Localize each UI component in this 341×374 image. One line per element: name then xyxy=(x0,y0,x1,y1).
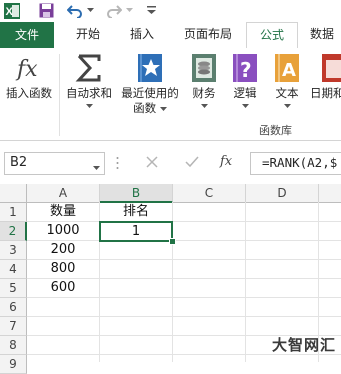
financial-dropdown-icon[interactable] xyxy=(186,101,222,109)
ribbon-tabs: 文件 开始 插入 页面布局 公式 数据 xyxy=(0,22,341,49)
logical-dropdown-icon[interactable] xyxy=(226,101,264,109)
quick-access-toolbar: X xyxy=(0,0,341,22)
column-header-e[interactable] xyxy=(319,184,341,203)
star-book-icon xyxy=(134,52,166,84)
autosum-label: 自动求和 xyxy=(66,86,112,100)
datetime-button[interactable]: 日期和 xyxy=(310,52,341,101)
cancel-entry-icon[interactable] xyxy=(146,156,158,171)
autosum-button[interactable]: 自动求和 xyxy=(62,52,116,109)
save-icon xyxy=(39,3,53,18)
tab-formulas[interactable]: 公式 xyxy=(246,22,298,49)
worksheet-grid[interactable]: A B C D 1 2 3 4 5 6 7 8 9 数量 排名 1000 1 2… xyxy=(0,184,341,374)
financial-label: 财务 xyxy=(192,86,216,100)
ribbon-formulas: fx 插入函数 自动求和 最近使用的 函数 财务 ? 逻辑 A 文本 日期和 函… xyxy=(0,48,341,141)
recently-used-label: 最近使用的 xyxy=(121,86,179,100)
column-header-b[interactable]: B xyxy=(100,184,173,203)
cell-a4[interactable]: 800 xyxy=(27,260,99,278)
svg-text:X: X xyxy=(5,6,13,18)
gridline xyxy=(27,316,341,317)
undo-button[interactable] xyxy=(66,2,84,19)
row-header-7[interactable]: 7 xyxy=(0,317,27,336)
recently-used-dropdown-icon xyxy=(159,107,167,111)
recently-used-button[interactable]: 最近使用的 函数 xyxy=(118,52,182,116)
name-box-dropdown-icon[interactable] xyxy=(93,160,100,174)
insert-function-fx-button[interactable]: fx xyxy=(220,154,232,169)
calendar-icon xyxy=(318,52,341,84)
cell-b2-selected[interactable]: 1 xyxy=(99,221,173,242)
tab-data[interactable]: 数据 xyxy=(300,22,341,48)
cell-a5[interactable]: 600 xyxy=(27,279,99,297)
select-all-corner[interactable] xyxy=(0,184,27,203)
row-header-9[interactable]: 9 xyxy=(0,355,27,374)
gridline xyxy=(27,297,341,298)
ribbon-divider xyxy=(59,54,60,136)
financial-icon xyxy=(188,52,220,84)
undo-dropdown-icon[interactable] xyxy=(85,2,95,19)
row-header-1[interactable]: 1 xyxy=(0,203,27,222)
function-library-group-label: 函数库 xyxy=(259,124,292,137)
cell-a2[interactable]: 1000 xyxy=(27,222,99,240)
cell-a1[interactable]: 数量 xyxy=(27,203,99,221)
tab-file[interactable]: 文件 xyxy=(0,22,54,48)
column-header-d[interactable]: D xyxy=(246,184,319,203)
text-functions-label: 文本 xyxy=(275,86,299,100)
formula-bar: B2 fx =RANK(A2,$ xyxy=(0,150,341,177)
name-box[interactable]: B2 xyxy=(4,152,105,175)
column-header-c[interactable]: C xyxy=(173,184,246,203)
formula-text: =RANK(A2,$ xyxy=(262,155,338,170)
tab-insert[interactable]: 插入 xyxy=(118,22,166,48)
financial-button[interactable]: 财务 xyxy=(186,52,222,109)
save-button[interactable] xyxy=(37,2,55,19)
svg-text:?: ? xyxy=(240,58,252,82)
row-header-2[interactable]: 2 xyxy=(0,222,27,241)
svg-text:A: A xyxy=(282,60,296,81)
cell-b1[interactable]: 排名 xyxy=(100,203,172,221)
name-box-value: B2 xyxy=(10,155,28,170)
tab-home[interactable]: 开始 xyxy=(60,22,116,48)
undo-icon xyxy=(67,4,82,18)
text-functions-icon: A xyxy=(271,52,303,84)
text-functions-dropdown-icon[interactable] xyxy=(268,101,306,109)
tab-page-layout[interactable]: 页面布局 xyxy=(172,22,244,48)
autosum-dropdown-icon[interactable] xyxy=(62,101,116,109)
sigma-icon xyxy=(73,52,105,84)
customize-toolbar-icon[interactable] xyxy=(145,2,157,19)
fx-icon: fx xyxy=(13,52,45,84)
logical-button[interactable]: ? 逻辑 xyxy=(226,52,264,109)
excel-logo-icon: X xyxy=(3,2,20,19)
row-header-8[interactable]: 8 xyxy=(0,336,27,355)
row-header-5[interactable]: 5 xyxy=(0,279,27,298)
confirm-entry-icon[interactable] xyxy=(185,156,199,171)
row-header-3[interactable]: 3 xyxy=(0,241,27,260)
datetime-label: 日期和 xyxy=(310,86,341,100)
text-functions-button[interactable]: A 文本 xyxy=(268,52,306,109)
row-header-6[interactable]: 6 xyxy=(0,298,27,317)
logical-icon: ? xyxy=(229,52,261,84)
gridline xyxy=(245,202,246,362)
watermark-logo: 大智网汇 xyxy=(272,336,337,354)
insert-function-button[interactable]: fx 插入函数 xyxy=(2,52,56,101)
cell-a3[interactable]: 200 xyxy=(27,241,99,259)
redo-dropdown-icon[interactable] xyxy=(124,2,134,19)
recently-used-label-line2: 函数 xyxy=(118,101,182,116)
formula-input[interactable]: =RANK(A2,$ xyxy=(250,152,341,175)
insert-function-label: 插入函数 xyxy=(6,86,52,100)
logical-label: 逻辑 xyxy=(233,86,257,100)
formula-bar-grip-icon[interactable] xyxy=(116,156,119,170)
column-header-a[interactable]: A xyxy=(27,184,100,203)
fill-handle[interactable] xyxy=(169,238,176,245)
svg-text:fx: fx xyxy=(15,57,38,82)
redo-button[interactable] xyxy=(105,2,123,19)
row-header-4[interactable]: 4 xyxy=(0,260,27,279)
redo-icon xyxy=(107,4,122,18)
